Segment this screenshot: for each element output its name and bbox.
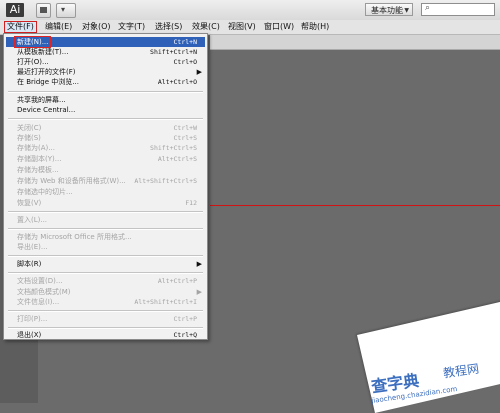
menu-separator: [8, 255, 203, 257]
menu-item-close[interactable]: 关闭(C) Ctrl+W: [6, 123, 205, 133]
menu-item-exit[interactable]: 退出(X) Ctrl+Q: [6, 330, 205, 340]
menu-item-shortcut: Alt+Ctrl+S: [157, 155, 197, 163]
menu-item-save-as[interactable]: 存储为(A)... Shift+Ctrl+S: [6, 143, 205, 153]
menu-item-save-as-template[interactable]: 存储为模板...: [6, 165, 205, 175]
menu-separator: [8, 327, 203, 329]
menu-separator: [8, 118, 203, 120]
menu-item-label: 文档颜色模式(M): [17, 288, 71, 296]
menu-type[interactable]: 文字(T): [116, 21, 147, 33]
menu-effect[interactable]: 效果(C): [190, 21, 222, 33]
menu-item-shortcut: Ctrl+O: [173, 58, 197, 66]
bridge-button[interactable]: [36, 3, 51, 18]
menu-item-shortcut: Ctrl+P: [173, 315, 197, 323]
menu-item-shortcut: Alt+Shift+Ctrl+I: [134, 298, 197, 306]
menu-item-shortcut: F12: [185, 199, 197, 207]
menu-item-label: 文档设置(D)...: [17, 277, 63, 285]
menu-item-label: 存储为(A)...: [17, 144, 55, 152]
menu-item-file-info[interactable]: 文件信息(I)... Alt+Shift+Ctrl+I: [6, 297, 205, 307]
menu-item-label: 关闭(C): [17, 124, 42, 132]
menu-item-label: 存储副本(Y)...: [17, 155, 62, 163]
menu-item-label: 存储选中的切片...: [17, 188, 73, 196]
menu-window[interactable]: 窗口(W): [262, 21, 296, 33]
guide-line: [210, 205, 500, 206]
document-tab-strip: [210, 35, 500, 50]
menu-separator: [8, 310, 203, 312]
menu-edit[interactable]: 编辑(E): [43, 21, 74, 33]
menu-separator: [8, 91, 203, 93]
menu-separator: [8, 228, 203, 230]
menu-item-label: 恢复(V): [17, 199, 42, 207]
menu-file[interactable]: 文件(F): [4, 21, 37, 33]
menu-view[interactable]: 视图(V): [226, 21, 258, 33]
submenu-arrow-icon: ▶: [196, 288, 202, 296]
app-logo: Ai: [6, 3, 24, 17]
menu-item-save-for-office[interactable]: 存储为 Microsoft Office 所用格式...: [6, 232, 205, 242]
submenu-arrow-icon: ▶: [196, 68, 202, 76]
menu-item-revert[interactable]: 恢复(V) F12: [6, 198, 205, 208]
menu-item-shortcut: Shift+Ctrl+N: [150, 48, 197, 56]
menu-item-place[interactable]: 置入(L)...: [6, 215, 205, 225]
menu-item-label: 文件信息(I)...: [17, 298, 60, 306]
chevron-down-icon: ▼: [404, 7, 409, 14]
menu-item-open[interactable]: 打开(O)... Ctrl+O: [6, 57, 205, 67]
menu-item-shortcut: Alt+Ctrl+P: [157, 277, 197, 285]
menu-item-label: 脚本(R): [17, 260, 42, 268]
menu-item-new[interactable]: 新建(N)... Ctrl+N: [6, 36, 205, 48]
menu-item-label: 退出(X): [17, 331, 42, 339]
menu-item-shortcut: Shift+Ctrl+S: [150, 144, 197, 152]
menu-item-label: 存储为 Microsoft Office 所用格式...: [17, 233, 132, 241]
menu-item-new-from-template[interactable]: 从模板新建(T)... Shift+Ctrl+N: [6, 47, 205, 57]
menu-item-label: 打印(P)...: [17, 315, 48, 323]
menu-object[interactable]: 对象(O): [80, 21, 113, 33]
menu-item-shortcut: Ctrl+N: [173, 38, 197, 46]
menu-item-document-setup[interactable]: 文档设置(D)... Alt+Ctrl+P: [6, 276, 205, 286]
menu-separator: [8, 211, 203, 213]
menu-item-label: 存储为 Web 和设备所用格式(W)...: [17, 177, 126, 185]
menu-item-save[interactable]: 存储(S) Ctrl+S: [6, 133, 205, 143]
menu-item-label: 置入(L)...: [17, 216, 48, 224]
menu-help[interactable]: 帮助(H): [299, 21, 331, 33]
menu-item-label: 新建(N)...: [13, 36, 52, 48]
menu-item-share-screen[interactable]: 共享我的屏幕...: [6, 95, 205, 105]
menu-item-label: Device Central...: [17, 106, 76, 114]
menu-item-open-recent[interactable]: 最近打开的文件(F) ▶: [6, 67, 205, 77]
search-icon: ⌕: [425, 3, 431, 13]
menu-item-document-color-mode[interactable]: 文档颜色模式(M) ▶: [6, 287, 205, 297]
menu-item-save-for-web[interactable]: 存储为 Web 和设备所用格式(W)... Alt+Shift+Ctrl+S: [6, 176, 205, 186]
menu-item-label: 最近打开的文件(F): [17, 68, 76, 76]
menu-item-label: 在 Bridge 中浏览...: [17, 78, 79, 86]
menu-item-shortcut: Ctrl+S: [173, 134, 197, 142]
submenu-arrow-icon: ▶: [196, 260, 202, 268]
menu-item-shortcut: Alt+Shift+Ctrl+S: [134, 177, 197, 185]
menu-item-browse-in-bridge[interactable]: 在 Bridge 中浏览... Alt+Ctrl+O: [6, 77, 205, 87]
menu-item-label: 存储为模板...: [17, 166, 59, 174]
menu-item-device-central[interactable]: Device Central...: [6, 105, 205, 115]
menu-item-save-copy[interactable]: 存储副本(Y)... Alt+Ctrl+S: [6, 154, 205, 164]
menu-item-shortcut: Ctrl+Q: [173, 331, 197, 339]
menu-item-shortcut: Ctrl+W: [173, 124, 197, 132]
workspace-label: 基本功能: [371, 6, 403, 15]
arrange-documents-button[interactable]: ▾: [56, 3, 76, 18]
menu-item-save-selected-slices[interactable]: 存储选中的切片...: [6, 187, 205, 197]
menu-item-scripts[interactable]: 脚本(R) ▶: [6, 259, 205, 269]
menu-item-shortcut: Alt+Ctrl+O: [157, 78, 197, 86]
file-menu-dropdown: 新建(N)... Ctrl+N 从模板新建(T)... Shift+Ctrl+N…: [3, 33, 208, 340]
menu-item-label: 打开(O)...: [17, 58, 49, 66]
menu-item-label: 存储(S): [17, 134, 41, 142]
menu-item-label: 共享我的屏幕...: [17, 96, 66, 104]
title-bar: Ai ▾ 基本功能 ▼ ⌕: [0, 0, 500, 21]
chevron-down-icon: ▾: [61, 5, 66, 14]
menu-item-print[interactable]: 打印(P)... Ctrl+P: [6, 314, 205, 324]
menu-select[interactable]: 选择(S): [153, 21, 184, 33]
menu-item-label: 导出(E)...: [17, 243, 48, 251]
workspace-switcher[interactable]: 基本功能 ▼: [365, 3, 413, 16]
menu-item-label: 从模板新建(T)...: [17, 48, 69, 56]
menu-item-export[interactable]: 导出(E)...: [6, 242, 205, 252]
menu-separator: [8, 272, 203, 274]
search-input[interactable]: ⌕: [421, 3, 495, 16]
